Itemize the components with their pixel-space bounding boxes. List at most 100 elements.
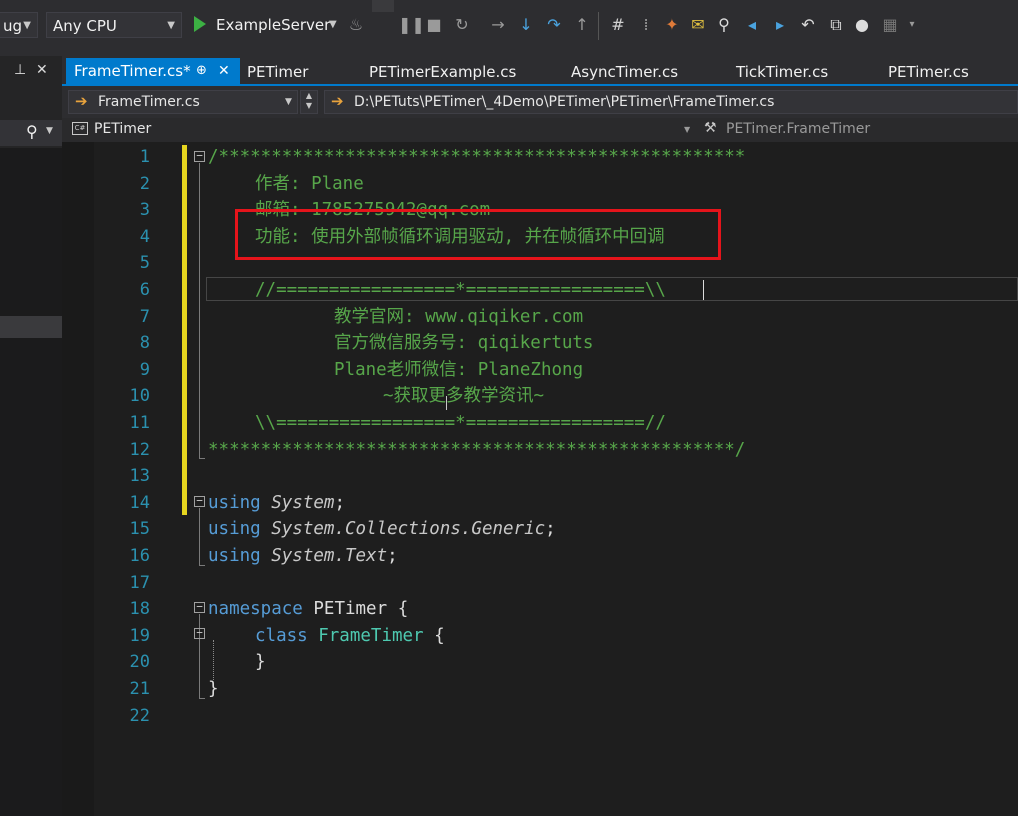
code-line-9: Plane老师微信: PlaneZhong [334, 359, 584, 380]
line-number: 12 [129, 439, 150, 460]
outline-line-end [199, 458, 205, 459]
platform-label: Any CPU [53, 17, 117, 35]
line-number: 19 [129, 625, 150, 646]
line-number: 11 [129, 413, 150, 433]
navigation-bar: ➔ FrameTimer.cs ▼ ▲ ▼ ➔ D:\PETuts\PETimer… [62, 86, 1018, 118]
csharp-project-icon: C# [72, 122, 88, 135]
tab-petimer[interactable]: PETimer [247, 60, 308, 84]
navigate-back-icon[interactable]: ◂ [742, 14, 762, 36]
close-tab-icon[interactable]: ✕ [218, 58, 230, 84]
tab-frametimer-cs[interactable]: FrameTimer.cs* ⊕ ✕ [66, 58, 240, 86]
step-into-icon[interactable]: ↓ [516, 14, 536, 36]
stop-icon[interactable]: ■ [424, 14, 444, 36]
flame-icon[interactable]: ♨ [346, 14, 366, 36]
pause-icon[interactable]: ❚❚ [398, 14, 425, 36]
outline-line [199, 508, 200, 566]
keyword: class [255, 625, 308, 646]
line-number: 22 [129, 705, 150, 726]
code-line-8: 官方微信服务号: qiqikertuts [334, 333, 594, 354]
line-number: 7 [139, 306, 150, 327]
step-over-icon[interactable]: ↷ [544, 14, 564, 36]
tool-window-selected-row[interactable] [0, 316, 62, 338]
tool-window-content [0, 148, 62, 816]
find-icon[interactable]: ⚲ [714, 14, 734, 36]
step-out-icon[interactable]: ↑ [572, 14, 592, 36]
line-number: 6 [139, 280, 150, 300]
toolbar-overflow-icon[interactable]: ▾ [902, 14, 922, 36]
path-combo[interactable]: ➔ D:\PETuts\PETimer\_4Demo\PETimer\PETim… [324, 90, 1018, 114]
class-member-icon: ⚒ [704, 120, 717, 136]
outline-line-end [199, 698, 205, 699]
project-combo[interactable]: PETimer [94, 121, 151, 137]
line-number: 1 [139, 147, 150, 167]
punctuation: ; [387, 546, 398, 566]
file-combo[interactable]: ➔ FrameTimer.cs ▼ [68, 90, 298, 114]
outline-line-end [199, 565, 205, 566]
change-tracking-bar [182, 145, 187, 515]
collapse-usings-icon[interactable]: − [194, 495, 205, 507]
arrow-right-icon: ➔ [331, 92, 344, 110]
namespace-name: PETimer [313, 599, 388, 620]
diagnostics-icon[interactable]: ✦ [662, 14, 682, 36]
tab-asynctimer-cs[interactable]: AsyncTimer.cs [571, 60, 678, 84]
split-view-button[interactable]: ▲ ▼ [300, 90, 318, 114]
line-number: 14 [129, 492, 150, 513]
code-line-21: } [208, 679, 219, 699]
code-line-18: namespace PETimer { [208, 596, 408, 623]
brace: { [434, 625, 445, 646]
layout-icon[interactable]: ▦ [880, 14, 900, 36]
chevron-down-icon: ▼ [684, 125, 691, 134]
collapse-region-icon[interactable]: − [194, 150, 205, 162]
tab-petimer-cs[interactable]: PETimer.cs [888, 60, 969, 84]
comment-icon[interactable]: ✉ [688, 14, 708, 36]
settings-icon[interactable]: ● [852, 14, 872, 36]
tab-petimerexample-cs[interactable]: PETimerExample.cs [369, 60, 516, 84]
text-caret [703, 280, 704, 300]
namespace-ref: System.Collections.Generic [271, 519, 546, 540]
start-debugging-button[interactable]: ExampleServer ▼ [192, 12, 342, 38]
code-line-15: using System.Collections.Generic; [208, 516, 556, 543]
code-line-6: //=================*=================\\ [255, 280, 666, 300]
chevron-up-icon: ▲ [305, 91, 313, 100]
close-panel-icon[interactable]: ✕ [36, 62, 48, 78]
outline-line [199, 163, 200, 459]
undo-icon[interactable]: ↶ [798, 14, 818, 36]
class-name: FrameTimer [318, 625, 424, 646]
collapse-class-icon[interactable]: − [194, 627, 205, 639]
pin-tab-icon[interactable]: ⊕ [196, 58, 207, 84]
tab-ticktimer-cs[interactable]: TickTimer.cs [736, 60, 828, 84]
thread-icon[interactable]: ⁞ [636, 14, 656, 36]
code-line-7: 教学官网: www.qiqiker.com [334, 306, 584, 327]
copy-icon[interactable]: ⧉ [826, 14, 846, 36]
arrow-right-icon: ➔ [75, 92, 88, 110]
configuration-label: ug [3, 17, 23, 35]
punctuation: ; [334, 492, 345, 513]
line-number: 4 [139, 226, 150, 247]
search-icon: ⚲ [26, 122, 38, 141]
code-line-2: 作者: Plane [255, 173, 364, 194]
chevron-down-icon: ▼ [305, 101, 313, 110]
line-number: 20 [129, 652, 150, 673]
collapse-namespace-icon[interactable]: − [194, 601, 205, 613]
code-line-12: ****************************************… [208, 439, 746, 460]
hex-display-icon[interactable]: # [608, 14, 628, 36]
punctuation: ; [545, 519, 556, 540]
line-number: 3 [139, 200, 150, 221]
code-line-16: using System.Text; [208, 543, 398, 570]
toolbar-grip [372, 0, 394, 12]
member-combo[interactable]: PETimer.FrameTimer [726, 121, 870, 137]
line-number: 17 [129, 572, 150, 593]
indicator-margin [62, 142, 94, 816]
file-combo-label: FrameTimer.cs [98, 94, 200, 110]
run-target-label: ExampleServer [216, 16, 331, 34]
navigate-forward-icon[interactable]: ▸ [770, 14, 790, 36]
play-icon [194, 16, 206, 32]
show-next-statement-icon[interactable]: → [488, 14, 508, 36]
platform-combo[interactable]: Any CPU ▼ [46, 12, 182, 38]
restart-icon[interactable]: ↻ [452, 14, 472, 36]
panel-search-box[interactable]: ⚲ ▼ [0, 120, 62, 146]
configuration-combo[interactable]: ug ▼ [0, 12, 38, 38]
chevron-down-icon: ▼ [23, 20, 31, 31]
pin-icon[interactable]: ⊥ [14, 62, 26, 78]
brace: { [397, 599, 409, 620]
